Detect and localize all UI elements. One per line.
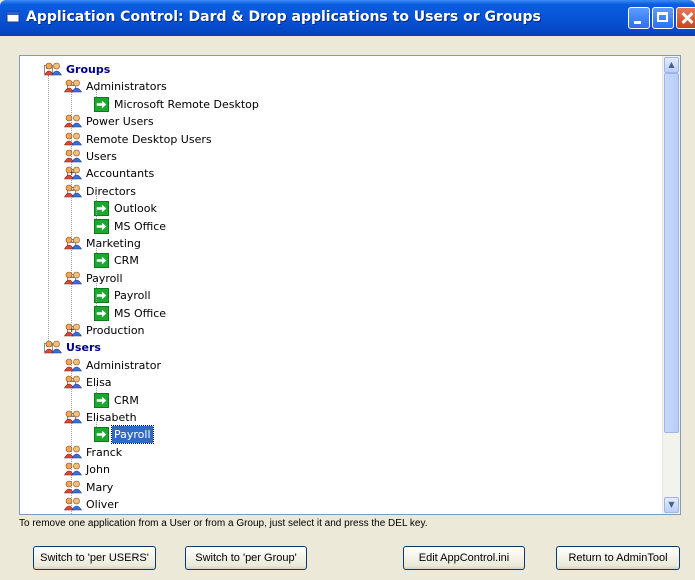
tree-group-item[interactable]: Power Users [20,113,660,130]
tree-app-item[interactable]: CRM [20,383,660,409]
tree-item-label: Accountants [86,167,155,181]
green-arrow-icon [94,427,109,443]
green-arrow-icon [94,218,109,234]
users-group-icon [63,236,83,250]
removal-hint: To remove one application from a User or… [19,518,428,529]
users-group-icon [63,79,83,93]
tree-app-item[interactable]: Microsoft Remote Desktop [20,87,660,113]
tree-group-item[interactable]: + Accountants [20,165,660,182]
minimize-button[interactable] [628,7,650,29]
scroll-up-button[interactable]: ▲ [664,57,679,73]
tree-item-label: Power Users [86,115,154,129]
tree-item-label: Microsoft Remote Desktop [114,97,259,111]
tree-app-item[interactable]: Payroll [20,418,660,445]
tree-group-item[interactable]: Mary [20,479,660,496]
users-group-icon [63,358,83,372]
tree-item-label: Directors [86,184,136,198]
tree-group-item[interactable]: − Payroll [20,270,660,287]
tree-item-label: CRM [114,393,139,407]
users-group-icon [43,62,63,76]
scroll-down-button[interactable]: ▼ [664,497,679,513]
tree-item-label: Payroll [86,271,123,285]
users-group-icon [63,132,83,146]
tree-group-item[interactable]: John [20,461,660,478]
title-bar[interactable]: Application Control: Dard & Drop applica… [0,0,695,36]
maximize-button[interactable] [652,7,674,29]
users-group-icon [63,497,83,511]
switch-per-users-button[interactable]: Switch to 'per USERS' [33,546,156,570]
tree-item-label: Oliver [86,498,119,511]
tree-item-label: MS Office [114,219,167,233]
tree-item-label: Payroll [111,425,154,445]
users-group-icon [63,114,83,128]
tree-item-label: CRM [114,254,139,268]
users-group-icon [63,271,83,285]
tree-item-label: John [86,463,110,477]
tree-group-item[interactable]: − Administrators [20,78,660,95]
tree-app-item[interactable]: Payroll [20,279,660,304]
scroll-thumb[interactable] [664,73,679,433]
green-arrow-icon [94,305,109,321]
app-window-icon [6,11,20,23]
return-to-admintool-button[interactable]: Return to AdminTool [556,546,680,570]
tree-group-item[interactable]: Users [20,148,660,165]
users-group-icon [63,410,83,424]
tree-item-label: Groups [66,63,111,76]
window-title: Application Control: Dard & Drop applica… [26,9,541,25]
green-arrow-icon [94,96,109,112]
tree-group-item[interactable]: Oliver [20,496,660,513]
users-group-icon [63,149,83,163]
tree-app-item[interactable]: MS Office [20,209,660,235]
edit-appcontrol-ini-button[interactable]: Edit AppControl.ini [403,546,525,570]
tree-item-label: Mary [86,480,114,494]
tree-item-label: Marketing [86,237,141,250]
tree-item-label: Elisabeth [86,411,137,424]
users-group-icon [63,462,83,476]
users-group-icon [63,445,83,459]
users-group-icon [63,166,83,180]
tree-item-label: Outlook [114,202,157,216]
switch-per-group-button[interactable]: Switch to 'per Group' [185,546,307,570]
users-group-icon [63,323,83,337]
tree-item-label: Franck [86,445,123,459]
tree-item-label: Remote Desktop Users [86,132,212,146]
tree-app-item[interactable]: Outlook [20,192,660,217]
close-button[interactable] [676,7,695,29]
tree-group-item[interactable]: Franck [20,444,660,461]
tree-item-label: Production [86,324,145,337]
tree-group-item[interactable]: − Directors [20,183,660,200]
tree-item-label: Users [66,341,101,355]
tree-item-label: Administrator [86,358,161,372]
tree-section-header[interactable]: −Users [20,339,660,356]
tree-group-item[interactable]: − Elisa [20,374,660,391]
tree-group-item[interactable]: − Elisabeth [20,409,660,426]
tree-group-item[interactable]: − Marketing [20,235,660,252]
users-group-icon [63,375,83,389]
tree-item-label: Elisa [86,376,112,390]
users-group-icon [43,340,63,354]
tree-group-item[interactable]: Remote Desktop Users [20,131,660,148]
users-group-icon [63,184,83,198]
green-arrow-icon [94,253,109,269]
users-group-icon [63,480,83,494]
tree-group-item[interactable]: + Production [20,322,660,339]
tree-section-header[interactable]: −Groups [20,61,660,78]
vertical-scrollbar[interactable]: ▲ ▼ [662,56,680,514]
tree-app-item[interactable]: MS Office [20,296,660,322]
green-arrow-icon [94,392,109,408]
tree-item-label: Payroll [114,289,151,303]
assignment-tree[interactable]: −Groups−Administrators Microsoft Remote D… [19,55,681,515]
tree-item-label: MS Office [114,306,167,320]
tree-item-label: Users [86,150,117,163]
tree-app-item[interactable]: CRM [20,244,660,269]
tree-group-item[interactable]: Administrator [20,357,660,374]
